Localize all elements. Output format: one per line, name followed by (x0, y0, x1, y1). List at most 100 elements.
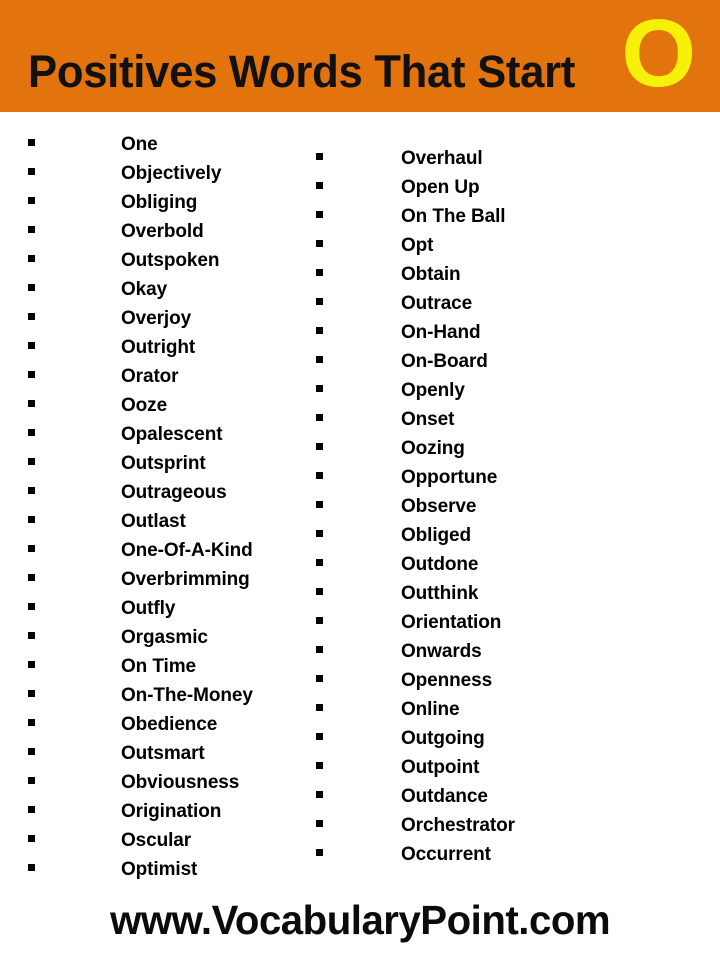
bullet-square-icon (28, 139, 35, 146)
word-label: Overbold (121, 221, 204, 242)
word-list-item: Outthink (316, 583, 515, 612)
word-label: Online (401, 699, 460, 720)
bullet-square-icon (28, 748, 35, 755)
word-label: Obedience (121, 714, 218, 735)
word-label: Opportune (401, 467, 498, 488)
bullet-square-icon (316, 588, 323, 595)
word-list-item: On-The-Money (28, 685, 253, 714)
word-list-item: Obtain (316, 264, 515, 293)
word-list-item: Outgoing (316, 728, 515, 757)
word-label: Oozing (401, 438, 465, 459)
word-label: Orchestrator (401, 815, 515, 836)
bullet-square-icon (316, 472, 323, 479)
word-list-item: On-Hand (316, 322, 515, 351)
bullet-square-icon (28, 719, 35, 726)
word-list-item: Openly (316, 380, 515, 409)
word-label: On-The-Money (121, 685, 253, 706)
bullet-square-icon (28, 516, 35, 523)
word-columns: One Objectively Obliging Overbold Outspoken O… (0, 112, 720, 892)
bullet-square-icon (28, 313, 35, 320)
word-label: Outright (121, 337, 196, 358)
word-label: Outrageous (121, 482, 227, 503)
bullet-square-icon (28, 574, 35, 581)
word-list-item: Outsmart (28, 743, 253, 772)
word-list-item: Orator (28, 366, 253, 395)
word-label: Outrace (401, 293, 473, 314)
word-list-item: On-Board (316, 351, 515, 380)
word-label: On-Board (401, 351, 488, 372)
word-list-item: Onset (316, 409, 515, 438)
word-list-item: Overbold (28, 221, 253, 250)
word-list-item: Openness (316, 670, 515, 699)
word-list-item: Obviousness (28, 772, 253, 801)
word-list-item: Outright (28, 337, 253, 366)
bullet-square-icon (316, 327, 323, 334)
bullet-square-icon (28, 284, 35, 291)
word-label: Ooze (121, 395, 168, 416)
bullet-square-icon (28, 806, 35, 813)
bullet-square-icon (28, 226, 35, 233)
word-list-item: Okay (28, 279, 253, 308)
bullet-square-icon (316, 675, 323, 682)
word-list-item: Occurrent (316, 844, 515, 873)
bullet-square-icon (28, 864, 35, 871)
bullet-square-icon (28, 690, 35, 697)
word-label: Obviousness (121, 772, 240, 793)
word-list-item: Onwards (316, 641, 515, 670)
word-label: Overbrimming (121, 569, 250, 590)
word-list-item: Overjoy (28, 308, 253, 337)
word-label: Outpoint (401, 757, 480, 778)
word-label: Obliging (121, 192, 198, 213)
word-list-item: Optimist (28, 859, 253, 888)
bullet-square-icon (316, 211, 323, 218)
bullet-square-icon (316, 269, 323, 276)
word-label: Openly (401, 380, 465, 401)
bullet-square-icon (28, 487, 35, 494)
word-label: Outlast (121, 511, 186, 532)
bullet-square-icon (316, 617, 323, 624)
bullet-square-icon (316, 443, 323, 450)
header-band: Positives Words That Start O (0, 0, 720, 112)
word-label: Occurrent (401, 844, 491, 865)
word-label: Outthink (401, 583, 479, 604)
word-label: Observe (401, 496, 477, 517)
word-label: Obliged (401, 525, 472, 546)
bullet-square-icon (28, 168, 35, 175)
word-list-item: On Time (28, 656, 253, 685)
page-title: Positives Words That Start (28, 46, 576, 97)
word-column-left: One Objectively Obliging Overbold Outspoken O… (28, 112, 253, 888)
bullet-square-icon (316, 820, 323, 827)
word-label: Overhaul (401, 148, 483, 169)
word-list-item: Orientation (316, 612, 515, 641)
word-label: On Time (121, 656, 196, 677)
word-column-right: Overhaul Open Up On The Ball Opt Obtain Outra… (316, 112, 515, 873)
bullet-square-icon (28, 458, 35, 465)
word-label: Onwards (401, 641, 482, 662)
bullet-square-icon (28, 255, 35, 262)
word-label: Opt (401, 235, 434, 256)
bullet-square-icon (316, 733, 323, 740)
word-label: Orgasmic (121, 627, 208, 648)
word-list-item: Outsprint (28, 453, 253, 482)
word-list-poster: Positives Words That Start O One Objectiv… (0, 0, 720, 960)
word-list-item: Overbrimming (28, 569, 253, 598)
bullet-square-icon (316, 704, 323, 711)
word-list-item: Outrageous (28, 482, 253, 511)
word-list-item: Outpoint (316, 757, 515, 786)
header-letter-o: O (621, 0, 696, 107)
word-list-item: Ooze (28, 395, 253, 424)
word-list-item: Obliging (28, 192, 253, 221)
word-label: One (121, 134, 158, 155)
word-label: Outgoing (401, 728, 485, 749)
bullet-square-icon (316, 646, 323, 653)
bullet-square-icon (316, 762, 323, 769)
word-label: Outdance (401, 786, 488, 807)
word-list-item: Overhaul (316, 148, 515, 177)
bullet-square-icon (316, 791, 323, 798)
word-list-item: Objectively (28, 163, 253, 192)
word-label: On The Ball (401, 206, 506, 227)
word-list-item: Outdone (316, 554, 515, 583)
word-list-item: One-Of-A-Kind (28, 540, 253, 569)
bullet-square-icon (316, 240, 323, 247)
word-list-item: Online (316, 699, 515, 728)
